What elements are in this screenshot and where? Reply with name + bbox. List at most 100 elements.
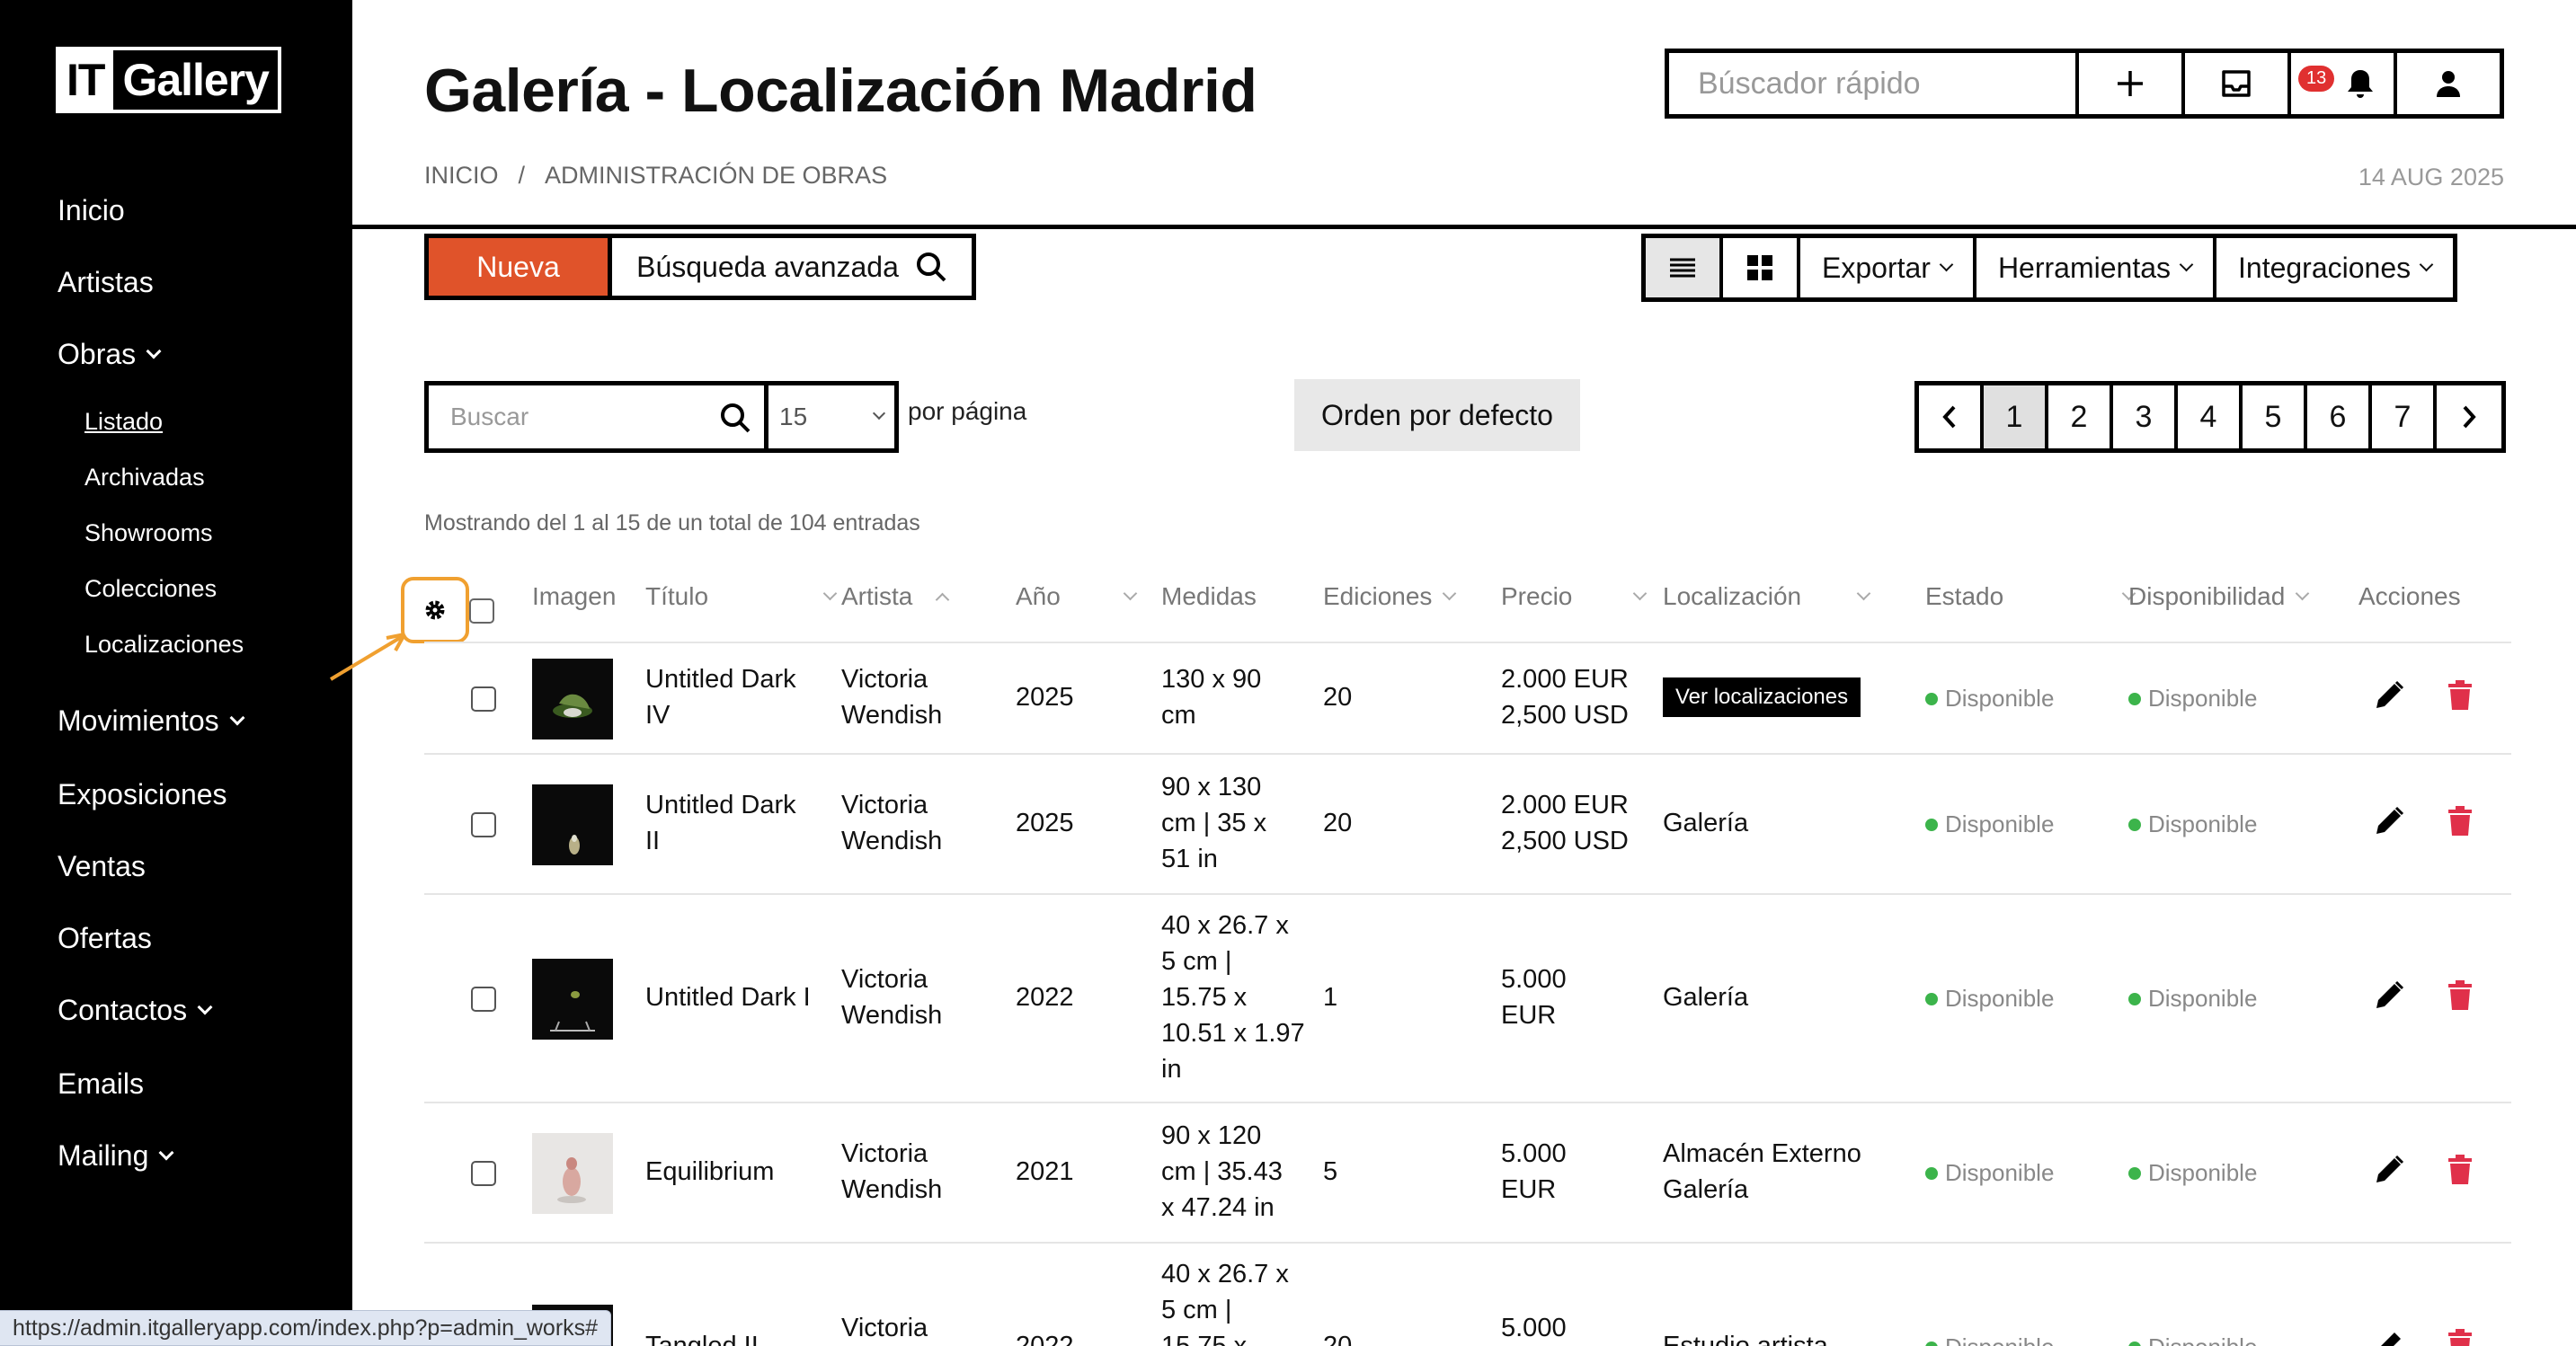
sidebar-item-movimientos[interactable]: Movimientos xyxy=(58,704,245,738)
column-header-artist[interactable]: Artista xyxy=(841,582,950,611)
artist-line: Victoria xyxy=(841,665,928,694)
trash-icon[interactable] xyxy=(2447,979,2474,1012)
sidebar-item-emails[interactable]: Emails xyxy=(58,1067,144,1101)
artwork-artist[interactable]: Victoria Wendish xyxy=(841,961,942,1033)
table-row[interactable]: Tangled II Victoria 2022 40 x 26.7 x 5 cm… xyxy=(424,1244,2511,1346)
select-all-checkbox[interactable] xyxy=(469,598,494,624)
row-checkbox[interactable] xyxy=(471,1161,496,1186)
artist-line: Wendish xyxy=(841,701,943,730)
page-button-6[interactable]: 6 xyxy=(2307,385,2372,448)
artwork-title[interactable]: Untitled Dark II xyxy=(645,787,796,859)
artwork-size: 130 x 90 cm xyxy=(1161,661,1261,733)
pencil-icon[interactable] xyxy=(2373,1154,2405,1186)
sidebar-item-ofertas[interactable]: Ofertas xyxy=(58,922,152,955)
artwork-artist[interactable]: Victoria Wendish xyxy=(841,787,942,859)
pencil-icon[interactable] xyxy=(2373,1328,2405,1346)
trash-icon[interactable] xyxy=(2447,805,2474,837)
previous-page-button[interactable] xyxy=(1919,385,1984,448)
artwork-year: 2021 xyxy=(1016,1157,1074,1186)
grid-view-button[interactable] xyxy=(1723,238,1800,297)
sidebar-sub-archivadas[interactable]: Archivadas xyxy=(84,464,205,491)
integrations-dropdown[interactable]: Integraciones xyxy=(2216,238,2453,297)
search-icon xyxy=(916,252,946,282)
availability-status: Disponible xyxy=(2128,1333,2257,1346)
artwork-artist[interactable]: Victoria Wendish xyxy=(841,661,942,733)
per-page-select[interactable]: 15 xyxy=(764,381,899,453)
next-page-button[interactable] xyxy=(2437,385,2501,448)
pencil-icon[interactable] xyxy=(2373,679,2405,712)
sidebar-sub-localizaciones[interactable]: Localizaciones xyxy=(84,631,244,659)
sidebar-sub-listado[interactable]: Listado xyxy=(84,408,163,436)
artwork-thumbnail[interactable] xyxy=(532,959,613,1040)
row-checkbox[interactable] xyxy=(471,987,496,1012)
sidebar-item-contactos[interactable]: Contactos xyxy=(58,994,213,1027)
size-line: 10.51 x 1.97 xyxy=(1161,1019,1305,1048)
page-button-4[interactable]: 4 xyxy=(2178,385,2243,448)
trash-icon[interactable] xyxy=(2447,679,2474,712)
sidebar-item-label: Mailing xyxy=(58,1139,149,1172)
trash-icon[interactable] xyxy=(2447,1154,2474,1186)
new-artwork-button[interactable]: Nueva xyxy=(424,234,608,300)
tools-dropdown[interactable]: Herramientas xyxy=(1976,238,2216,297)
sidebar-item-artistas[interactable]: Artistas xyxy=(58,266,154,299)
column-header-editions[interactable]: Ediciones xyxy=(1323,582,1457,611)
table-search-input[interactable]: Buscar xyxy=(424,381,764,453)
quick-search-input[interactable]: Búscador rápido xyxy=(1669,53,2079,114)
table-row[interactable]: Equilibrium Victoria Wendish 2021 90 x 12… xyxy=(424,1103,2511,1244)
export-dropdown[interactable]: Exportar xyxy=(1800,238,1976,297)
sidebar-item-mailing[interactable]: Mailing xyxy=(58,1139,174,1173)
sidebar-item-exposiciones[interactable]: Exposiciones xyxy=(58,778,227,811)
trash-icon[interactable] xyxy=(2447,1328,2474,1346)
availability-status: Disponible xyxy=(2128,1159,2257,1187)
list-view-button[interactable] xyxy=(1646,238,1723,297)
sort-order-button[interactable]: Orden por defecto xyxy=(1294,379,1580,451)
table-row[interactable]: Untitled Dark II Victoria Wendish 2025 90 … xyxy=(424,755,2511,895)
table-row[interactable]: Untitled Dark I Victoria Wendish 2022 40 … xyxy=(424,895,2511,1103)
row-checkbox[interactable] xyxy=(471,812,496,837)
pencil-icon[interactable] xyxy=(2373,979,2405,1012)
page-button-5[interactable]: 5 xyxy=(2243,385,2307,448)
user-menu-button[interactable] xyxy=(2397,53,2500,114)
pencil-icon[interactable] xyxy=(2373,805,2405,837)
app-logo[interactable]: IT Gallery xyxy=(56,47,281,113)
sidebar-item-obras[interactable]: Obras xyxy=(58,338,162,371)
sidebar-sub-showrooms[interactable]: Showrooms xyxy=(84,519,213,547)
page-button-3[interactable]: 3 xyxy=(2113,385,2178,448)
column-header-year[interactable]: Año xyxy=(1016,582,1138,611)
artist-line: Victoria xyxy=(841,1139,928,1168)
inbox-button[interactable] xyxy=(2185,53,2291,114)
breadcrumb: INICIO / ADMINISTRACIÓN DE OBRAS xyxy=(424,162,887,190)
artwork-thumbnail[interactable] xyxy=(532,784,613,865)
price-line: 2.000 EUR xyxy=(1501,665,1629,694)
artwork-artist[interactable]: Victoria xyxy=(841,1310,928,1346)
breadcrumb-home[interactable]: INICIO xyxy=(424,162,499,189)
artwork-thumbnail[interactable] xyxy=(532,1133,613,1214)
column-header-state[interactable]: Estado xyxy=(1925,582,2136,611)
breadcrumb-current[interactable]: ADMINISTRACIÓN DE OBRAS xyxy=(545,162,887,189)
size-line: x 47.24 in xyxy=(1161,1193,1275,1222)
page-button-1[interactable]: 1 xyxy=(1984,385,2048,448)
column-header-availability[interactable]: Disponibilidad xyxy=(2128,582,2310,611)
notifications-button[interactable]: 13 xyxy=(2291,53,2397,114)
artwork-title[interactable]: Untitled Dark IV xyxy=(645,661,796,733)
artwork-artist[interactable]: Victoria Wendish xyxy=(841,1136,942,1208)
artwork-thumbnail[interactable] xyxy=(532,659,613,739)
column-header-location[interactable]: Localización xyxy=(1663,582,1871,611)
add-button[interactable] xyxy=(2079,53,2185,114)
column-header-title[interactable]: Título xyxy=(645,582,838,611)
column-header-price[interactable]: Precio xyxy=(1501,582,1648,611)
sidebar-item-ventas[interactable]: Ventas xyxy=(58,850,146,883)
artwork-title[interactable]: Tangled II xyxy=(645,1328,759,1346)
page-button-2[interactable]: 2 xyxy=(2048,385,2113,448)
artwork-title[interactable]: Equilibrium xyxy=(645,1154,774,1190)
row-checkbox[interactable] xyxy=(471,686,496,712)
column-header-size[interactable]: Medidas xyxy=(1161,582,1257,611)
sidebar-item-inicio[interactable]: Inicio xyxy=(58,194,125,227)
search-icon[interactable] xyxy=(719,402,751,440)
page-button-7[interactable]: 7 xyxy=(2372,385,2437,448)
table-row[interactable]: Untitled Dark IV Victoria Wendish 2025 130… xyxy=(424,643,2511,755)
artwork-title[interactable]: Untitled Dark I xyxy=(645,979,811,1015)
view-locations-button[interactable]: Ver localizaciones xyxy=(1663,677,1861,717)
advanced-search-button[interactable]: Búsqueda avanzada xyxy=(608,234,976,300)
sidebar-sub-colecciones[interactable]: Colecciones xyxy=(84,575,217,603)
